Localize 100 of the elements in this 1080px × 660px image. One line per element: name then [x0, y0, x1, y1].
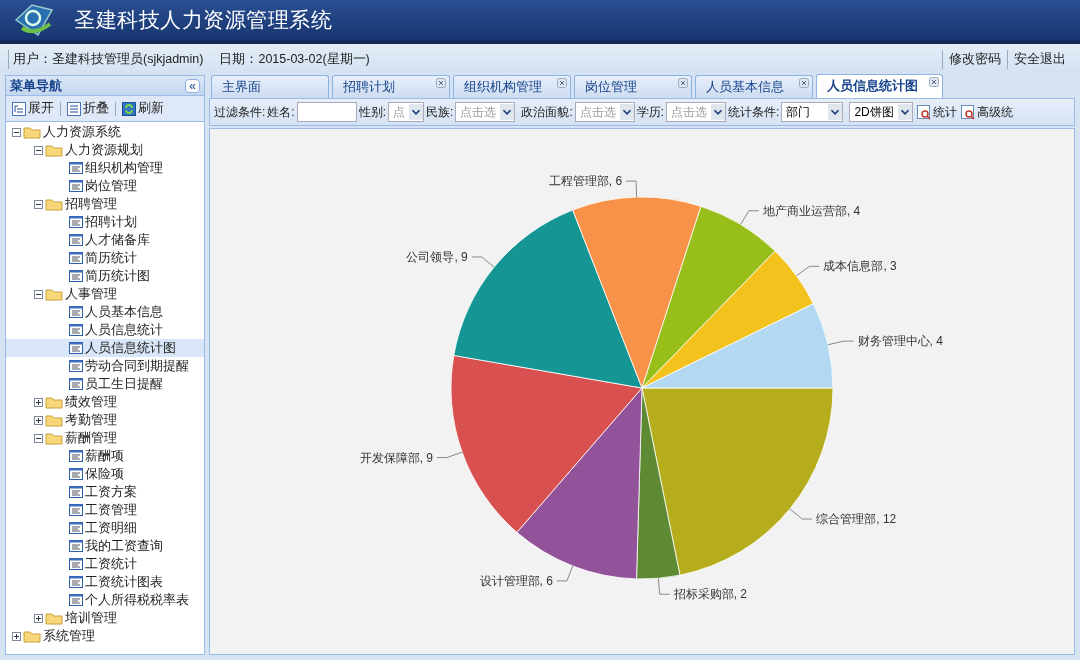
- leader-line: [556, 565, 574, 582]
- close-icon[interactable]: [436, 78, 446, 88]
- tree-item[interactable]: 工资管理: [6, 501, 204, 519]
- tab[interactable]: 主界面: [211, 75, 329, 98]
- folder-icon: [45, 413, 63, 427]
- leader-line: [827, 340, 855, 346]
- select-field[interactable]: 2D饼图: [849, 102, 913, 122]
- select-field[interactable]: 部门: [781, 102, 844, 122]
- document-icon: [69, 216, 83, 228]
- leader-line: [796, 265, 820, 277]
- folder-icon: [45, 431, 63, 445]
- collapse-icon[interactable]: [34, 145, 43, 155]
- document-icon: [69, 162, 83, 174]
- tab[interactable]: 人员基本信息: [695, 75, 813, 98]
- toolbar-button[interactable]: 刷新: [120, 99, 166, 118]
- tree-item[interactable]: 工资明细: [6, 519, 204, 537]
- tree-item[interactable]: 培训管理: [6, 609, 204, 627]
- tab[interactable]: 人员信息统计图: [816, 74, 943, 98]
- expand-tree-icon: [12, 101, 26, 116]
- tab[interactable]: 岗位管理: [574, 75, 692, 98]
- tree-item[interactable]: 工资统计图表: [6, 573, 204, 591]
- document-icon: [69, 342, 83, 354]
- document-icon: [69, 306, 83, 318]
- tree-item[interactable]: 人才储备库: [6, 231, 204, 249]
- tree-item[interactable]: 简历统计图: [6, 267, 204, 285]
- collapse-icon[interactable]: [34, 289, 43, 299]
- field-label: 政治面貌:: [521, 104, 573, 121]
- tree-item[interactable]: 招聘管理: [6, 195, 204, 213]
- search-button[interactable]: 统计: [916, 103, 957, 121]
- collapse-button[interactable]: «: [185, 78, 200, 93]
- document-icon: [69, 378, 83, 390]
- tree-item[interactable]: 招聘计划: [6, 213, 204, 231]
- leader-line: [436, 451, 463, 459]
- tree-item[interactable]: 绩效管理: [6, 393, 204, 411]
- tree-item[interactable]: 简历统计: [6, 249, 204, 267]
- sidebar-title: 菜单导航: [10, 76, 62, 95]
- tree-item[interactable]: 劳动合同到期提醒: [6, 357, 204, 375]
- document-icon: [69, 270, 83, 282]
- tree-item[interactable]: 工资统计: [6, 555, 204, 573]
- document-icon: [69, 558, 83, 570]
- document-icon: [69, 360, 83, 372]
- search-icon: [960, 104, 976, 120]
- collapse-icon[interactable]: [12, 127, 21, 137]
- slice-label: 招标采购部, 2: [673, 587, 748, 602]
- tree-item[interactable]: 我的工资查询: [6, 537, 204, 555]
- tree-item[interactable]: 保险项: [6, 465, 204, 483]
- document-icon: [69, 324, 83, 336]
- date-label: 日期：2015-03-02(星期一): [219, 51, 370, 69]
- tree-item[interactable]: 员工生日提醒: [6, 375, 204, 393]
- refresh-icon: [122, 101, 136, 116]
- tree-item[interactable]: 组织机构管理: [6, 159, 204, 177]
- field-label: 统计条件:: [728, 104, 780, 121]
- close-icon[interactable]: [929, 77, 939, 87]
- toolbar-button[interactable]: 展开: [10, 99, 56, 118]
- tree-item[interactable]: 人事管理: [6, 285, 204, 303]
- expand-icon[interactable]: [34, 415, 43, 425]
- folder-icon: [45, 611, 63, 625]
- header-link[interactable]: 修改密码: [942, 50, 1007, 69]
- leader-line: [789, 508, 813, 520]
- collapse-icon[interactable]: [34, 199, 43, 209]
- tree-item[interactable]: 工资方案: [6, 483, 204, 501]
- expand-icon[interactable]: [34, 613, 43, 623]
- document-icon: [69, 450, 83, 462]
- expand-icon[interactable]: [12, 631, 21, 641]
- collapse-icon[interactable]: [34, 433, 43, 443]
- folder-icon: [45, 143, 63, 157]
- tab[interactable]: 组织机构管理: [453, 75, 571, 98]
- tree-item[interactable]: 人员信息统计图: [6, 339, 204, 357]
- close-icon[interactable]: [678, 78, 688, 88]
- text-field[interactable]: [296, 102, 357, 122]
- filter-label: 过滤条件:: [214, 104, 266, 121]
- tree-item[interactable]: 岗位管理: [6, 177, 204, 195]
- tree-item[interactable]: 人力资源规划: [6, 141, 204, 159]
- tree-item[interactable]: 薪酬项: [6, 447, 204, 465]
- tree-item[interactable]: 薪酬管理: [6, 429, 204, 447]
- leader-line: [740, 210, 760, 225]
- header-link[interactable]: 安全退出: [1007, 50, 1072, 69]
- tree-item[interactable]: 系统管理: [6, 627, 204, 645]
- tree-item[interactable]: 人力资源系统: [6, 123, 204, 141]
- tree-item[interactable]: 个人所得税税率表: [6, 591, 204, 609]
- folder-icon: [45, 395, 63, 409]
- document-icon: [69, 504, 83, 516]
- field-label: 学历:: [636, 104, 665, 121]
- field-label: 姓名:: [267, 104, 295, 121]
- document-icon: [69, 576, 83, 588]
- expand-icon[interactable]: [34, 397, 43, 407]
- search-button[interactable]: 高级统: [960, 103, 1013, 121]
- field-label: 性别:: [358, 104, 387, 121]
- tree-item[interactable]: 考勤管理: [6, 411, 204, 429]
- tree-item[interactable]: 人员基本信息: [6, 303, 204, 321]
- tab[interactable]: 招聘计划: [332, 75, 450, 98]
- document-icon: [69, 180, 83, 192]
- toolbar-button[interactable]: 折叠: [65, 99, 111, 118]
- document-icon: [69, 252, 83, 264]
- leader-line: [471, 256, 495, 268]
- document-icon: [69, 234, 83, 246]
- close-icon[interactable]: [799, 78, 809, 88]
- slice-label: 财务管理中心, 4: [857, 334, 943, 349]
- tree-item[interactable]: 人员信息统计: [6, 321, 204, 339]
- close-icon[interactable]: [557, 78, 567, 88]
